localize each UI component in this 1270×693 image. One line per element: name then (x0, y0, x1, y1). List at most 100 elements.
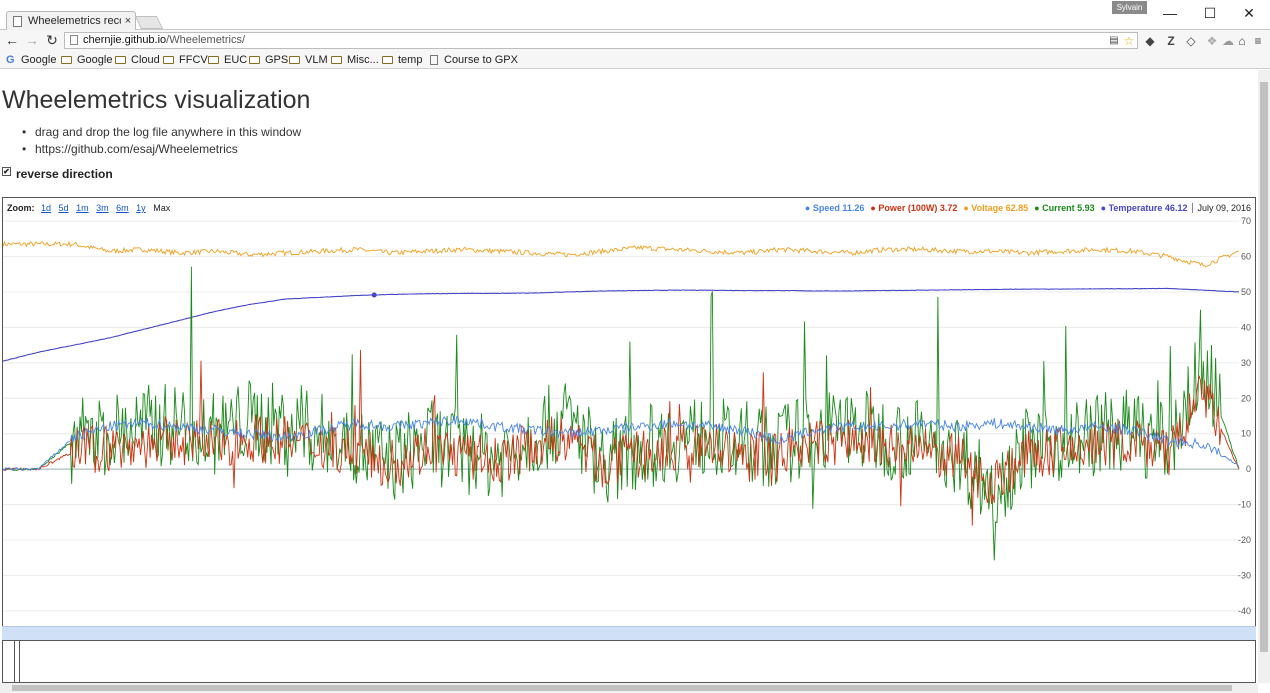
bookmark-folder-google[interactable]: Google (61, 53, 112, 67)
google-icon: G (6, 54, 15, 66)
series-line-current (3, 266, 1240, 561)
vertical-scrollbar[interactable] (1258, 70, 1270, 683)
folder-icon (208, 56, 219, 64)
minimize-button[interactable]: — (1150, 4, 1190, 22)
info-list: drag and drop the log file anywhere in t… (22, 124, 301, 158)
bookmark-course-to-gpx[interactable]: Course to GPX (430, 53, 518, 67)
page-title: Wheelemetrics visualization (2, 86, 311, 114)
zoom-5d[interactable]: 5d (59, 203, 69, 213)
url-path: /Wheelemetrics/ (166, 34, 246, 46)
legend-item: ● Speed 11.26 (804, 203, 865, 213)
tab-strip: Wheelemetrics recor × Sylvain — ☐ ✕ (0, 0, 1270, 30)
series-line-power-100w (3, 349, 1240, 526)
profile-button[interactable]: Sylvain (1112, 1, 1147, 14)
horizontal-scrollbar[interactable] (0, 683, 1258, 693)
zoom-1d[interactable]: 1d (41, 203, 51, 213)
bookmark-folder-misc[interactable]: Misc... (331, 53, 379, 67)
reverse-direction-label: reverse direction (16, 167, 113, 181)
reverse-direction-checkbox[interactable]: ✔ (2, 166, 11, 176)
bookmark-star-icon[interactable]: ☆ (1121, 33, 1137, 49)
folder-icon (249, 56, 260, 64)
zoom-1m[interactable]: 1m (76, 203, 89, 213)
folder-icon (289, 56, 300, 64)
chart-legend: ● Speed 11.26 ● Power (100W) 3.72 ● Voltag… (799, 203, 1251, 213)
y-tick-label: 10 (1241, 429, 1251, 439)
list-item: https://github.com/esaj/Wheelemetrics (22, 141, 301, 158)
page-icon (13, 15, 22, 27)
bookmark-folder-gps[interactable]: GPS (249, 53, 288, 67)
zoom-max[interactable]: Max (153, 203, 170, 213)
bookmark-label: Cloud (131, 54, 160, 66)
bookmark-folder-euc[interactable]: EUC (208, 53, 247, 67)
dropbox-icon[interactable]: ❖ (1204, 33, 1220, 49)
page-icon (430, 55, 438, 65)
new-tab-button[interactable] (134, 16, 164, 29)
scrollbar-thumb[interactable] (12, 685, 1232, 691)
bookmark-label: Misc... (347, 54, 379, 66)
bookmark-label: temp (398, 54, 423, 66)
browser-window: Wheelemetrics recor × Sylvain — ☐ ✕ ← → … (0, 0, 1270, 693)
legend-item: ● Current 5.93 (1034, 203, 1095, 213)
bookmark-folder-vlm[interactable]: VLM (289, 53, 328, 67)
bookmark-label: Google (21, 54, 57, 66)
y-tick-label: 50 (1241, 287, 1251, 297)
home-icon[interactable]: ⌂ (1234, 33, 1250, 49)
bookmark-folder-ffcv[interactable]: FFCV (163, 53, 208, 67)
range-handle-left[interactable] (14, 641, 15, 683)
folder-icon (331, 56, 342, 64)
url-host: chernjie.github.io (83, 34, 167, 46)
maximize-button[interactable]: ☐ (1190, 4, 1230, 22)
list-item: drag and drop the log file anywhere in t… (22, 124, 301, 141)
address-bar[interactable]: chernjie.github.io/Wheelemetrics/ (64, 32, 1138, 49)
series-line-temperature (3, 287, 1239, 362)
zoom-1y[interactable]: 1y (136, 203, 146, 213)
tab-close-icon[interactable]: × (121, 15, 135, 27)
y-tick-label: -20 (1238, 535, 1251, 545)
reverse-direction-option[interactable]: ✔ reverse direction (2, 166, 113, 181)
page-content: Wheelemetrics visualization drag and dro… (0, 70, 1258, 683)
folder-icon (382, 56, 393, 64)
y-tick-label: 20 (1241, 393, 1251, 403)
bookmark-label: GPS (265, 54, 289, 66)
scrollbar-thumb[interactable] (1260, 82, 1268, 652)
page-icon (70, 35, 78, 45)
hover-point (371, 292, 377, 298)
close-window-button[interactable]: ✕ (1229, 4, 1269, 22)
bookmark-label: FFCV (179, 54, 208, 66)
forward-button[interactable]: → (23, 32, 41, 49)
extension-icon[interactable]: ◆ (1142, 33, 1158, 49)
y-tick-label: 0 (1246, 464, 1251, 474)
legend-item: ● Power (100W) 3.72 (870, 203, 958, 213)
range-selector-frame[interactable] (2, 641, 1256, 683)
legend-item: ● Voltage 62.85 (963, 203, 1029, 213)
y-tick-label: 40 (1241, 322, 1251, 332)
y-tick-label: -10 (1238, 500, 1251, 510)
bookmark-folder-temp[interactable]: temp (382, 53, 422, 67)
bookmark-label: EUC (224, 54, 248, 66)
zoom-6m[interactable]: 6m (116, 203, 129, 213)
translate-icon[interactable]: ▤ (1106, 33, 1122, 49)
series-line-voltage (3, 240, 1240, 268)
chart-container[interactable]: 70 60 50 40 30 20 10 0 -10 -20 -30 -40 Zoom: 1d 5d … (2, 197, 1256, 641)
bookmark-folder-cloud[interactable]: Cloud (115, 53, 160, 67)
bookmarks-bar: G Google Google Cloud FFCV EUC GPS VLM Mi… (0, 51, 1270, 69)
extension-icon[interactable]: ◇ (1183, 33, 1199, 49)
range-handle-right[interactable] (19, 641, 20, 683)
range-navigator[interactable] (2, 626, 1256, 640)
browser-tab[interactable]: Wheelemetrics recor × (6, 11, 136, 30)
zotero-icon[interactable]: Z (1163, 33, 1179, 49)
zoom-selector: Zoom: 1d 5d 1m 3m 6m 1y Max (7, 203, 170, 213)
back-button[interactable]: ← (3, 32, 21, 49)
y-tick-label: 30 (1241, 358, 1251, 368)
legend-date: July 09, 2016 (1192, 203, 1251, 213)
chart-plot[interactable]: 70 60 50 40 30 20 10 0 -10 -20 -30 -40 (3, 198, 1255, 626)
menu-icon[interactable]: ≡ (1250, 33, 1266, 49)
legend-item: ● Temperature 46.12 (1100, 203, 1188, 213)
zoom-3m[interactable]: 3m (96, 203, 109, 213)
y-tick-label: 70 (1241, 216, 1251, 226)
bookmark-google[interactable]: G Google (6, 53, 56, 67)
browser-toolbar: ← → ↻ chernjie.github.io/Wheelemetrics/ … (0, 30, 1270, 51)
zoom-label: Zoom: (7, 203, 35, 213)
folder-icon (115, 56, 126, 64)
reload-button[interactable]: ↻ (43, 32, 61, 49)
